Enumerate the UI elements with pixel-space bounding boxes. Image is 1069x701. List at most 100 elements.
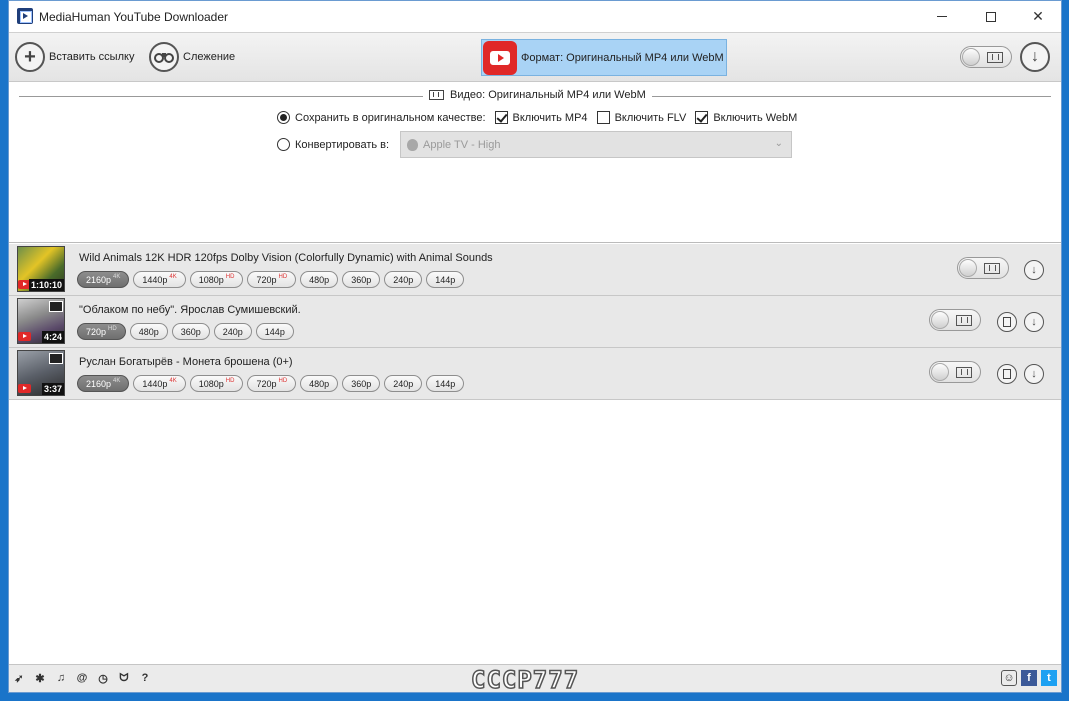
apple-icon xyxy=(407,138,418,151)
quality-button[interactable]: 2160p 4K xyxy=(77,271,130,288)
film-icon xyxy=(984,263,1000,274)
snail-icon[interactable]: @ xyxy=(76,672,88,684)
download-arrow-icon: ↓ xyxy=(1031,316,1037,328)
quality-button[interactable]: 1440p 4K xyxy=(133,375,186,392)
quality-button[interactable]: 1080p HD xyxy=(189,375,244,392)
quality-button[interactable]: 360p xyxy=(342,271,381,288)
original-quality-radio[interactable] xyxy=(277,111,290,124)
original-quality-label: Сохранить в оригинальном качестве: xyxy=(295,111,486,124)
video-thumbnail: 3:37 xyxy=(17,350,65,396)
include-flv-label: Включить FLV xyxy=(614,111,687,124)
convert-radio[interactable] xyxy=(277,138,290,151)
quality-button[interactable]: 144p xyxy=(426,375,465,392)
quality-list: 2160p 4K 1440p 4K 1080p HD 720p HD 480p 360p… xyxy=(77,375,465,392)
download-all-button[interactable]: ↓ xyxy=(1020,42,1050,72)
video-mode-toggle[interactable] xyxy=(929,361,981,383)
binoculars-icon[interactable]: ᗢ xyxy=(118,672,130,684)
help-icon[interactable]: ? xyxy=(139,672,151,684)
status-bar-tools: ➶ ✱ ♫ @ ◷ ᗢ ? xyxy=(13,672,151,685)
window-title: MediaHuman YouTube Downloader xyxy=(39,10,229,24)
include-webm-label: Включить WebM xyxy=(713,111,798,124)
paste-link-button[interactable]: + Вставить ссылку xyxy=(15,42,134,72)
subtitles-button[interactable] xyxy=(997,364,1017,384)
quality-button[interactable]: 144p xyxy=(426,271,465,288)
minimize-button[interactable] xyxy=(919,1,965,32)
gear-icon[interactable]: ✱ xyxy=(34,672,46,685)
video-mode-toggle[interactable] xyxy=(957,257,1009,279)
quality-button[interactable]: 480p xyxy=(300,271,339,288)
convert-label: Конвертировать в: xyxy=(295,138,390,151)
quality-button[interactable]: 480p xyxy=(129,323,168,340)
plus-icon: + xyxy=(15,42,45,72)
film-icon xyxy=(956,315,972,326)
original-quality-row: Сохранить в оригинальном качестве: Включ… xyxy=(277,111,797,124)
format-label: Формат: Оригинальный MP4 или WebM xyxy=(521,51,724,64)
video-mode-toggle[interactable] xyxy=(929,309,981,331)
video-thumbnail: 1:10:10 xyxy=(17,246,65,292)
download-button[interactable]: ↓ xyxy=(1024,364,1044,384)
convert-row: Конвертировать в: xyxy=(277,138,389,151)
format-button[interactable]: Формат: Оригинальный MP4 или WebM xyxy=(481,39,727,76)
include-flv-checkbox[interactable] xyxy=(596,111,610,124)
video-list: 1:10:10 Wild Animals 12K HDR 120fps Dolb… xyxy=(9,244,1061,400)
quality-button[interactable]: 360p xyxy=(342,375,381,392)
title-bar: MediaHuman YouTube Downloader ✕ xyxy=(9,1,1061,32)
watermark-logo: CCCP777 xyxy=(470,665,580,695)
tracking-button[interactable]: Слежение xyxy=(149,42,235,72)
convert-preset-select[interactable]: Apple TV - High ⌄ xyxy=(400,131,792,158)
close-icon: ✕ xyxy=(1032,8,1044,24)
subtitles-button[interactable] xyxy=(997,312,1017,332)
quality-button[interactable]: 2160p 4K xyxy=(77,375,130,392)
document-icon xyxy=(1003,369,1011,379)
chevron-down-icon: ⌄ xyxy=(774,138,783,149)
clock-icon[interactable]: ◷ xyxy=(97,672,109,685)
video-row[interactable]: 3:37 Руслан Богатырёв - Монета брошена (… xyxy=(9,348,1061,400)
quality-button[interactable]: 360p xyxy=(171,323,210,340)
twitter-icon[interactable]: t xyxy=(1041,670,1057,686)
quality-button[interactable]: 1440p 4K xyxy=(133,271,186,288)
include-mp4-checkbox[interactable] xyxy=(494,111,508,124)
video-duration: 1:10:10 xyxy=(28,279,64,291)
close-button[interactable]: ✕ xyxy=(1015,1,1061,32)
quality-list: 2160p 4K 1440p 4K 1080p HD 720p HD 480p 360p… xyxy=(77,271,465,288)
video-duration: 3:37 xyxy=(41,383,64,395)
video-mode-toggle[interactable] xyxy=(960,46,1012,68)
video-duration: 4:24 xyxy=(41,331,64,343)
video-thumbnail: 4:24 xyxy=(17,298,65,344)
section-title-text: Видео: Оригинальный MP4 или WebM xyxy=(450,89,646,101)
facebook-icon[interactable]: f xyxy=(1021,670,1037,686)
toolbar: + Вставить ссылку Слежение Формат: Ориги… xyxy=(9,32,1061,82)
quality-button[interactable]: 240p xyxy=(384,375,423,392)
app-icon xyxy=(17,8,33,24)
include-webm-checkbox[interactable] xyxy=(695,111,709,124)
toggle-knob xyxy=(962,48,980,66)
quality-button[interactable]: 240p xyxy=(384,271,423,288)
video-row[interactable]: 4:24 "Облаком по небу". Ярослав Сумишевс… xyxy=(9,296,1061,348)
youtube-icon xyxy=(483,40,517,75)
video-row[interactable]: 1:10:10 Wild Animals 12K HDR 120fps Dolb… xyxy=(9,244,1061,296)
quality-button[interactable]: 1080p HD xyxy=(189,271,244,288)
send-icon[interactable]: ➶ xyxy=(13,672,25,685)
quality-button[interactable]: 144p xyxy=(255,323,294,340)
include-mp4-label: Включить MP4 xyxy=(512,111,588,124)
film-icon xyxy=(956,367,972,378)
download-button[interactable]: ↓ xyxy=(1024,260,1044,280)
maximize-button[interactable] xyxy=(968,1,1014,32)
convert-preset-value: Apple TV - High xyxy=(423,138,501,151)
status-bar: ➶ ✱ ♫ @ ◷ ᗢ ? CCCP777 ☺ f t xyxy=(9,664,1061,695)
quality-button[interactable]: 720p HD xyxy=(77,323,126,340)
download-button[interactable]: ↓ xyxy=(1024,312,1044,332)
film-icon xyxy=(987,52,1003,63)
quality-button[interactable]: 720p HD xyxy=(247,271,297,288)
playlist-icon xyxy=(49,353,63,364)
quality-button[interactable]: 720p HD xyxy=(247,375,297,392)
film-icon xyxy=(429,90,444,100)
maximize-icon xyxy=(986,11,996,22)
quality-list: 720p HD 480p 360p 240p 144p xyxy=(77,323,294,340)
binoculars-icon xyxy=(149,42,179,72)
music-note-icon[interactable]: ♫ xyxy=(55,672,67,684)
video-title: Руслан Богатырёв - Монета брошена (0+) xyxy=(79,356,293,368)
account-icon[interactable]: ☺ xyxy=(1001,670,1017,686)
quality-button[interactable]: 240p xyxy=(213,323,252,340)
quality-button[interactable]: 480p xyxy=(300,375,339,392)
